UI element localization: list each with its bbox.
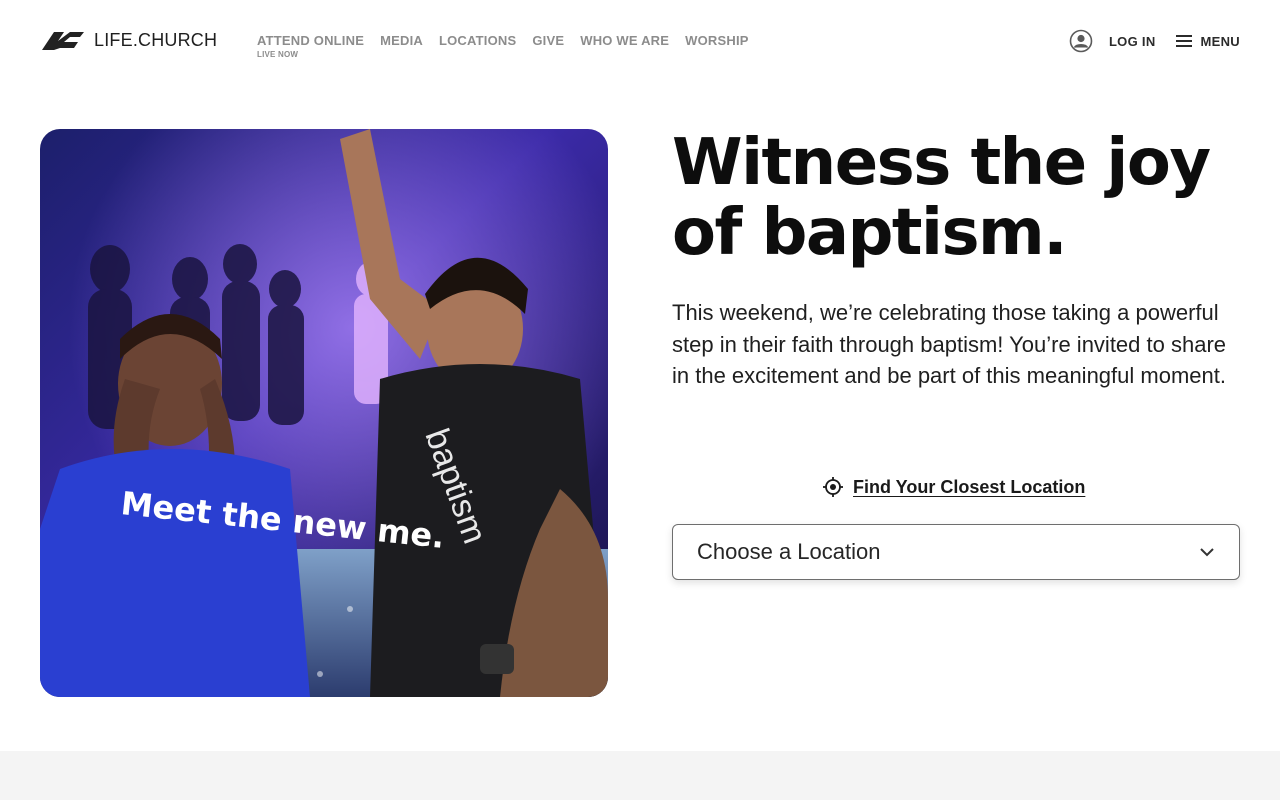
login-button[interactable]: LOG IN (1069, 29, 1156, 53)
nav-locations[interactable]: LOCATIONS (439, 33, 516, 48)
baptism-photo: baptism Meet the new me. (40, 129, 608, 697)
logo-text: LIFE.CHURCH (94, 29, 218, 50)
nav-worship[interactable]: WORSHIP (685, 33, 749, 48)
headline-line-2: of baptism. (672, 196, 1068, 270)
page-headline: Witness the joy of baptism. (672, 128, 1252, 268)
chevron-down-icon (1200, 548, 1214, 557)
crosshair-icon (823, 477, 843, 497)
footer-band (0, 751, 1280, 800)
logo-mark-icon (42, 32, 84, 50)
site-header: LIFE.CHURCH ATTEND ONLINE LIVE NOW MEDIA… (0, 0, 1280, 82)
login-label: LOG IN (1108, 33, 1156, 49)
nav-who-we-are[interactable]: WHO WE ARE (580, 33, 669, 48)
main-nav: ATTEND ONLINE LIVE NOW MEDIA LOCATIONS G… (257, 33, 749, 59)
user-circle-icon (1069, 29, 1093, 53)
nav-attend-online[interactable]: ATTEND ONLINE LIVE NOW (257, 33, 365, 59)
menu-label: MENU (1200, 33, 1240, 49)
headline-line-1: Witness the joy (672, 126, 1211, 200)
header-actions: LOG IN MENU (1069, 28, 1240, 54)
baptism-photo-illustration: baptism Meet the new me. (40, 129, 608, 697)
logo[interactable]: LIFE.CHURCH (40, 28, 217, 52)
live-now-label: LIVE NOW (257, 50, 299, 59)
hamburger-icon (1175, 35, 1192, 47)
nav-attend-online-label: ATTEND ONLINE (257, 33, 365, 48)
intro-paragraph: This weekend, we’re celebrating those ta… (672, 300, 1227, 388)
nav-give[interactable]: GIVE (532, 33, 564, 48)
location-select-label: Choose a Location (697, 539, 881, 564)
find-closest-location-label: Find Your Closest Location (853, 476, 1086, 497)
location-select[interactable]: Choose a Location (672, 524, 1240, 580)
nav-media[interactable]: MEDIA (380, 33, 423, 48)
menu-button[interactable]: MENU (1175, 33, 1240, 49)
find-closest-location-link[interactable]: Find Your Closest Location (822, 476, 1085, 498)
